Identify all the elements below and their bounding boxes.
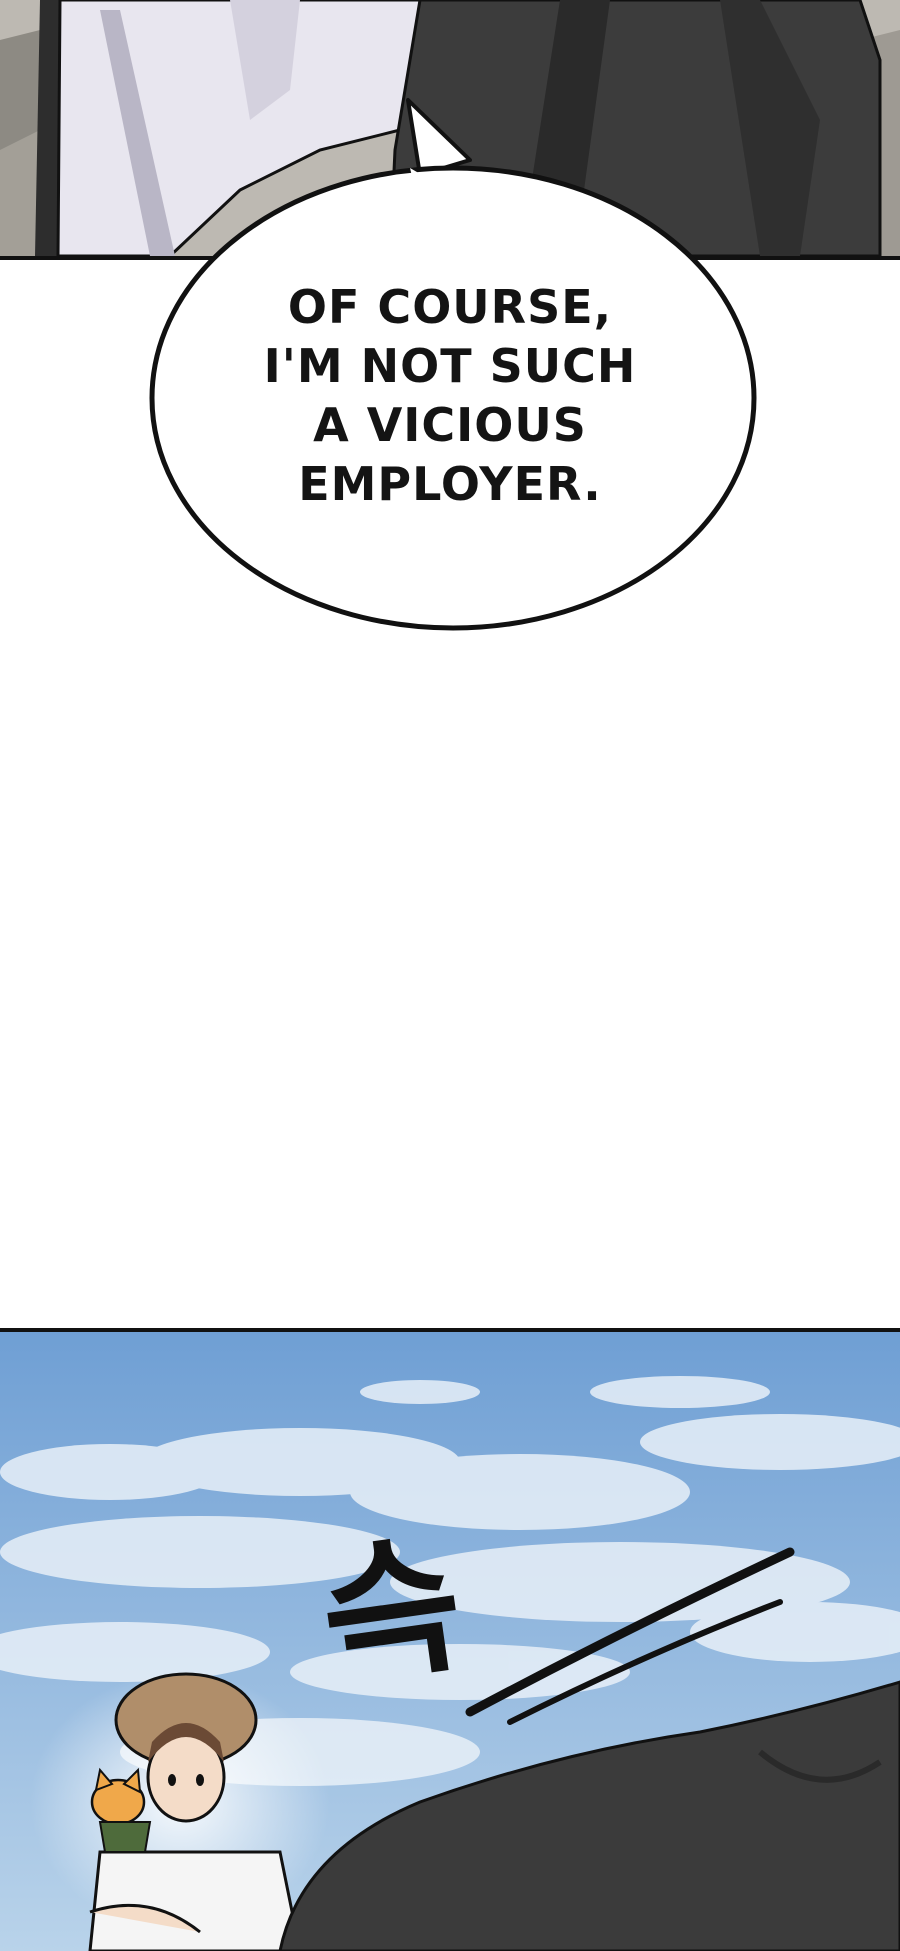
boy-eye-left [168, 1774, 176, 1786]
bottom-panel: 슥 [0, 1328, 900, 1951]
speech-line-2: I'M NOT SUCH [263, 339, 637, 393]
sound-effect: 슥 [311, 1517, 472, 1709]
speech-line-4: EMPLOYER. [298, 457, 602, 511]
cat-vest [98, 1821, 152, 1853]
speech-line-1: OF COURSE, [287, 280, 613, 334]
white-shirt [88, 1850, 302, 1951]
speech-line-3: A VICIOUS [313, 398, 587, 452]
comic-page: OF COURSE, I'M NOT SUCH A VICIOUS EMPLOY… [0, 0, 900, 1951]
speech-bubble-text: OF COURSE, I'M NOT SUCH A VICIOUS EMPLOY… [190, 278, 710, 514]
boy-eye-right [196, 1774, 204, 1786]
bottom-panel-art: 슥 [0, 1332, 900, 1951]
